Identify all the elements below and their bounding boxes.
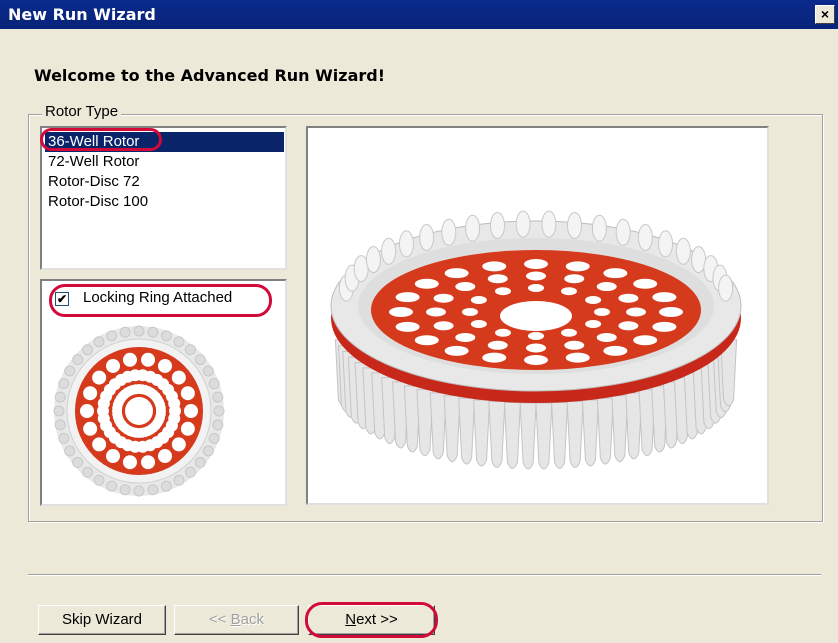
locking-ring-checkbox[interactable]: ✔ bbox=[55, 292, 69, 306]
next-button[interactable]: Next >> bbox=[308, 605, 435, 635]
close-button[interactable]: × bbox=[815, 5, 835, 24]
back-mnemonic: B bbox=[230, 611, 241, 628]
rotor-type-legend: Rotor Type bbox=[42, 103, 122, 120]
rotor-item-36-well[interactable]: 36-Well Rotor bbox=[45, 132, 284, 152]
rotor-item-disc-72[interactable]: Rotor-Disc 72 bbox=[45, 172, 284, 192]
locking-ring-label[interactable]: Locking Ring Attached bbox=[83, 289, 232, 306]
rotor-thumbnail-panel bbox=[40, 279, 287, 506]
back-rest: ack bbox=[240, 611, 265, 628]
rotor-item-72-well[interactable]: 72-Well Rotor bbox=[45, 152, 284, 172]
rotor-thumbnail-image bbox=[53, 325, 225, 497]
footer-separator bbox=[28, 574, 821, 576]
title-bar: New Run Wizard × bbox=[0, 0, 838, 29]
rotor-item-disc-100[interactable]: Rotor-Disc 100 bbox=[45, 192, 284, 212]
next-rest: ext >> bbox=[356, 611, 398, 628]
window-title: New Run Wizard bbox=[8, 5, 156, 24]
rotor-preview-panel bbox=[306, 126, 769, 505]
page-heading: Welcome to the Advanced Run Wizard! bbox=[34, 66, 386, 85]
rotor-type-list[interactable]: 36-Well Rotor 72-Well Rotor Rotor-Disc 7… bbox=[40, 126, 287, 270]
next-mnemonic: N bbox=[345, 611, 357, 628]
back-prefix: << bbox=[208, 611, 231, 628]
skip-wizard-button[interactable]: Skip Wizard bbox=[38, 605, 166, 635]
back-button[interactable]: << Back bbox=[174, 605, 299, 635]
rotor-preview-image bbox=[330, 210, 742, 470]
